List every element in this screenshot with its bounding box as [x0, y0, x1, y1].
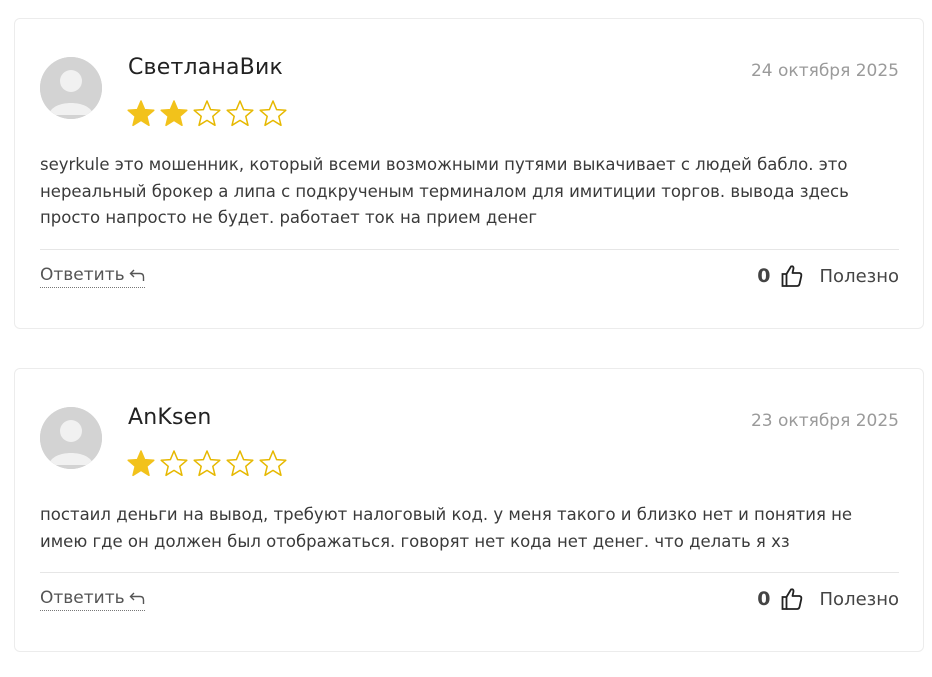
- helpful-group: 0 Полезно: [757, 264, 899, 288]
- review-date: 24 октября 2025: [750, 61, 899, 81]
- helpful-group: 0 Полезно: [757, 587, 899, 611]
- review-author: AnKsen: [128, 405, 212, 430]
- helpful-count: 0: [757, 588, 771, 610]
- star-icon: [126, 449, 159, 481]
- reply-arrow-icon: [129, 269, 144, 281]
- star-icon: [159, 99, 192, 131]
- star-rating: [126, 449, 291, 481]
- avatar: [40, 407, 102, 469]
- reply-label: Ответить: [40, 588, 125, 608]
- user-placeholder-icon: [40, 407, 102, 469]
- helpful-count: 0: [757, 265, 771, 287]
- star-icon: [225, 449, 258, 481]
- helpful-label[interactable]: Полезно: [820, 266, 899, 287]
- review-text: постаил деньги на вывод, требуют налогов…: [40, 505, 853, 551]
- star-icon: [225, 99, 258, 131]
- reply-button[interactable]: Ответить: [40, 588, 145, 611]
- divider: [40, 572, 899, 573]
- star-icon: [126, 99, 159, 131]
- star-icon: [159, 449, 192, 481]
- review-date: 23 октября 2025: [750, 411, 899, 431]
- star-icon: [192, 449, 225, 481]
- helpful-label[interactable]: Полезно: [820, 589, 899, 610]
- review-author: СветланаВик: [128, 55, 283, 80]
- review-text: seyrkule это мошенник, который всеми воз…: [40, 155, 849, 227]
- divider: [40, 249, 899, 250]
- reply-label: Ответить: [40, 265, 125, 285]
- avatar: [40, 57, 102, 119]
- review-card: СветланаВик 24 октября 2025 seyrkule это…: [14, 18, 924, 329]
- thumbs-up-icon[interactable]: [781, 264, 803, 288]
- review-card: AnKsen 23 октября 2025 постаил деньги на…: [14, 368, 924, 652]
- star-icon: [258, 449, 291, 481]
- thumbs-up-icon[interactable]: [781, 587, 803, 611]
- user-placeholder-icon: [40, 57, 102, 119]
- reply-arrow-icon: [129, 592, 144, 604]
- reply-button[interactable]: Ответить: [40, 265, 145, 288]
- star-icon: [258, 99, 291, 131]
- star-rating: [126, 99, 291, 131]
- star-icon: [192, 99, 225, 131]
